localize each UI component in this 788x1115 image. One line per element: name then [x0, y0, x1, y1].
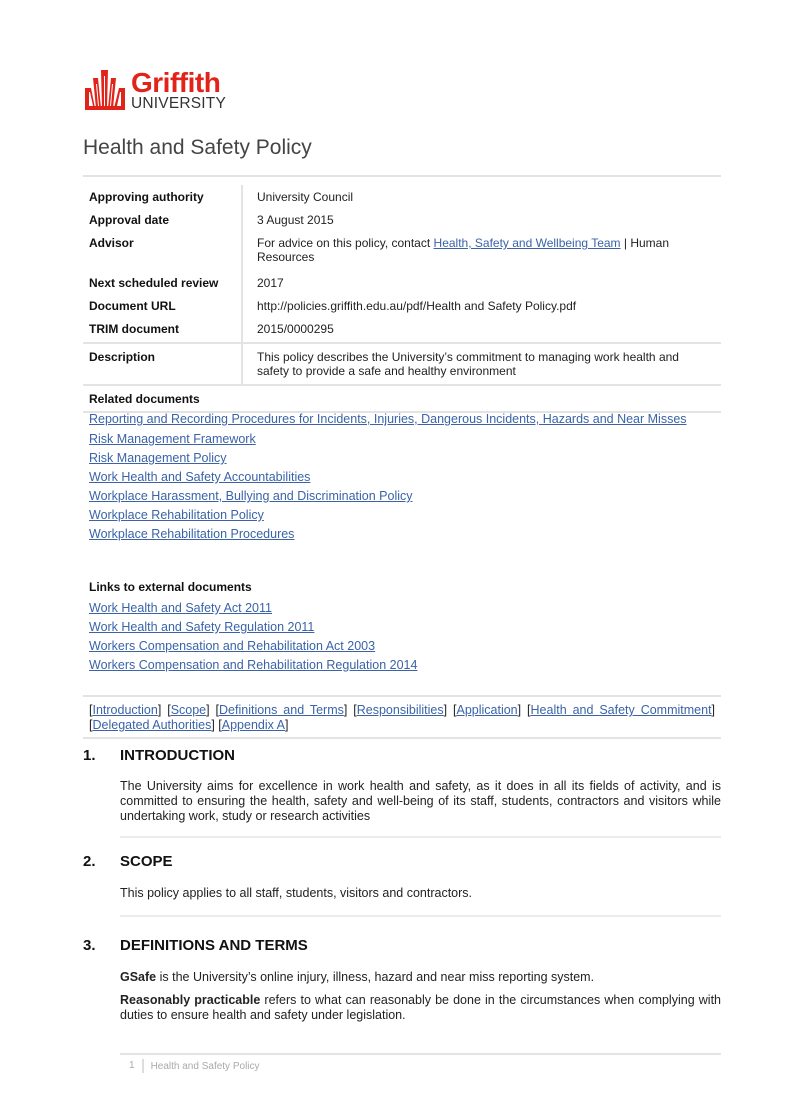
external-doc-link[interactable]: Workers Compensation and Rehabilitation … — [89, 656, 417, 675]
external-doc-link[interactable]: Work Health and Safety Act 2011 — [89, 599, 417, 618]
metadata-row-document-url: Document URL http://policies.griffith.ed… — [83, 294, 721, 317]
metadata-label: TRIM document — [83, 317, 243, 342]
advisor-prefix: For advice on this policy, contact — [257, 236, 434, 250]
metadata-value: For advice on this policy, contact Healt… — [243, 231, 721, 271]
section-definitions: 3. DEFINITIONS AND TERMS GSafe is the Un… — [83, 937, 721, 1031]
metadata-label: Next scheduled review — [83, 271, 243, 294]
section-heading: 1. INTRODUCTION — [83, 747, 721, 764]
metadata-group-main: Approving authority University Council A… — [83, 177, 721, 344]
section-body: The University aims for excellence in wo… — [120, 779, 721, 824]
metadata-value: http://policies.griffith.edu.au/pdf/Heal… — [257, 299, 577, 313]
section-divider — [120, 836, 721, 838]
related-doc-link[interactable]: Workplace Rehabilitation Policy — [89, 506, 715, 525]
metadata-label: Approving authority — [83, 185, 243, 208]
metadata-label: Approval date — [83, 208, 243, 231]
related-documents-list: Reporting and Recording Procedures for I… — [89, 411, 715, 544]
document-title: Health and Safety Policy — [83, 136, 312, 159]
advisor-link[interactable]: Health, Safety and Wellbeing Team — [434, 236, 621, 250]
metadata-label: Document URL — [83, 294, 243, 317]
toc-link-delegated-authorities[interactable]: Delegated Authorities — [92, 718, 211, 732]
definition-reasonably-practicable: Reasonably practicable refers to what ca… — [120, 993, 721, 1023]
section-introduction: 1. INTRODUCTION The University aims for … — [83, 747, 721, 838]
logo-subtitle: UNIVERSITY — [131, 95, 227, 112]
section-heading: 2. SCOPE — [83, 853, 721, 870]
toc-link-definitions[interactable]: Definitions and Terms — [219, 703, 344, 717]
external-documents-heading: Links to external documents — [89, 580, 252, 594]
section-number: 1. — [83, 747, 96, 764]
footer-title: Health and Safety Policy — [150, 1060, 260, 1072]
toc-link-introduction[interactable]: Introduction — [92, 703, 157, 717]
toc-link-scope[interactable]: Scope — [171, 703, 206, 717]
metadata-value: University Council — [257, 190, 354, 204]
section-scope: 2. SCOPE This policy applies to all staf… — [83, 853, 721, 917]
section-title: DEFINITIONS AND TERMS — [120, 937, 308, 954]
metadata-row-advisor: Advisor For advice on this policy, conta… — [83, 231, 721, 271]
metadata-value: 3 August 2015 — [257, 213, 334, 227]
section-heading: 3. DEFINITIONS AND TERMS — [83, 937, 721, 954]
related-doc-link[interactable]: Workplace Rehabilitation Procedures — [89, 525, 715, 544]
griffith-logo-icon — [85, 70, 125, 110]
metadata-row-trim-document: TRIM document 2015/0000295 — [83, 317, 721, 342]
section-paragraph: The University aims for excellence in wo… — [120, 779, 721, 823]
toc-link-commitment[interactable]: Health and Safety Commitment — [531, 703, 712, 717]
toc-link-appendix-a[interactable]: Appendix A — [222, 718, 285, 732]
section-title: INTRODUCTION — [120, 747, 235, 764]
definition-gsafe: GSafe is the University’s online injury,… — [120, 970, 721, 985]
external-documents-list: Work Health and Safety Act 2011 Work Hea… — [89, 599, 417, 675]
metadata-value: 2017 — [257, 276, 284, 290]
table-of-contents: [Introduction] [Scope] [Definitions and … — [83, 695, 721, 739]
metadata-label: Description — [83, 344, 243, 384]
page-number: 1 — [120, 1059, 144, 1073]
policy-metadata-table: Approving authority University Council A… — [83, 175, 721, 413]
related-doc-link[interactable]: Workplace Harassment, Bullying and Discr… — [89, 487, 715, 506]
related-doc-link[interactable]: Risk Management Framework — [89, 430, 715, 449]
related-doc-link[interactable]: Reporting and Recording Procedures for I… — [89, 411, 715, 427]
section-number: 2. — [83, 853, 96, 870]
metadata-row-next-review: Next scheduled review 2017 — [83, 271, 721, 294]
griffith-university-logo: Griffith UNIVERSITY — [83, 62, 226, 112]
section-body: This policy applies to all staff, studen… — [120, 886, 721, 901]
section-number: 3. — [83, 937, 96, 954]
metadata-value: 2015/0000295 — [257, 322, 334, 336]
section-paragraph: This policy applies to all staff, studen… — [120, 886, 473, 900]
toc-link-responsibilities[interactable]: Responsibilities — [357, 703, 444, 717]
metadata-row-approval-date: Approval date 3 August 2015 — [83, 208, 721, 231]
metadata-row-approving-authority: Approving authority University Council — [83, 185, 721, 208]
definition-term: GSafe — [120, 970, 157, 984]
related-doc-link[interactable]: Work Health and Safety Accountabilities — [89, 468, 715, 487]
toc-link-application[interactable]: Application — [456, 703, 517, 717]
section-body: GSafe is the University’s online injury,… — [120, 970, 721, 1023]
definition-text: is the University’s online injury, illne… — [156, 970, 595, 984]
section-title: SCOPE — [120, 853, 173, 870]
external-doc-link[interactable]: Workers Compensation and Rehabilitation … — [89, 637, 417, 656]
metadata-value: This policy describes the University’s c… — [257, 350, 679, 378]
definition-term: Reasonably practicable — [120, 993, 261, 1007]
metadata-row-description: Description This policy describes the Un… — [83, 344, 721, 386]
section-divider — [120, 915, 721, 917]
related-documents-heading: Related documents — [83, 386, 721, 413]
logo-wordmark: Griffith — [131, 67, 221, 98]
metadata-label: Advisor — [83, 231, 243, 271]
external-doc-link[interactable]: Work Health and Safety Regulation 2011 — [89, 618, 417, 637]
page-footer: 1 Health and Safety Policy — [120, 1053, 721, 1073]
related-doc-link[interactable]: Risk Management Policy — [89, 449, 715, 468]
